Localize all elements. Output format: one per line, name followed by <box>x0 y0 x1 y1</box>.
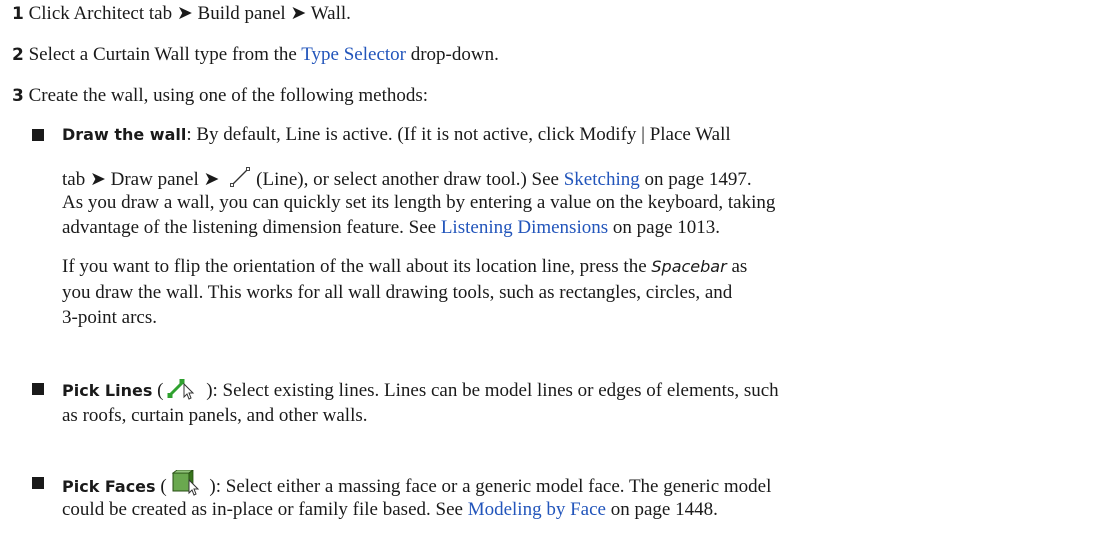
step-text: Click Architect tab ➤ Build panel ➤ Wall… <box>28 3 351 24</box>
step-text-tail: drop-down. <box>405 44 499 65</box>
paren: ( <box>152 380 164 401</box>
flip-text: 3-point arcs. <box>62 307 157 328</box>
bullet-pick-faces <box>32 477 44 489</box>
draw-wall-text: tab ➤ Draw panel ➤ <box>62 169 225 190</box>
pick-lines-text: ): Select existing lines. Lines can be m… <box>201 380 779 401</box>
pick-lines-line-1: Pick Lines ( ): Select existing lines. L… <box>62 376 779 407</box>
flip-text: as <box>726 256 748 277</box>
modeling-by-face-link[interactable]: Modeling by Face <box>468 499 606 520</box>
step-text: Create the wall, using one of the follow… <box>28 85 429 106</box>
sketching-link[interactable]: Sketching <box>564 169 640 190</box>
step-number: 2 <box>12 45 24 65</box>
bullet-draw-wall <box>32 129 44 141</box>
flip-line-2: you draw the wall. This works for all wa… <box>62 281 732 305</box>
draw-wall-text: advantage of the listening dimension fea… <box>62 217 441 238</box>
pick-faces-text: ): Select either a massing face or a gen… <box>204 476 772 497</box>
pick-lines-line-2: as roofs, curtain panels, and other wall… <box>62 404 368 428</box>
listening-dimensions-link[interactable]: Listening Dimensions <box>441 217 608 238</box>
pick-lines-term: Pick Lines <box>62 381 153 400</box>
draw-wall-line-3: As you draw a wall, you can quickly set … <box>62 191 775 215</box>
pick-faces-text: could be created as in-place or family f… <box>62 499 468 520</box>
draw-wall-text: (Line), or select another draw tool.) Se… <box>256 169 564 190</box>
draw-wall-text: on page 1013. <box>608 217 721 238</box>
step-number: 1 <box>12 4 24 24</box>
draw-wall-term: Draw the wall <box>62 125 187 144</box>
step-3: 3 Create the wall, using one of the foll… <box>12 84 428 108</box>
type-selector-link[interactable]: Type Selector <box>301 44 406 65</box>
pick-faces-line-2: could be created as in-place or family f… <box>62 498 718 522</box>
draw-wall-text: As you draw a wall, you can quickly set … <box>62 192 776 213</box>
flip-line-3: 3-point arcs. <box>62 306 157 330</box>
flip-text: If you want to flip the orientation of t… <box>62 256 652 277</box>
pick-faces-text: on page 1448. <box>605 499 718 520</box>
paren: ( <box>155 476 167 497</box>
draw-wall-line-4: advantage of the listening dimension fea… <box>62 216 720 240</box>
draw-wall-text: on page 1497. <box>639 169 752 190</box>
flip-line-1: If you want to flip the orientation of t… <box>62 255 747 279</box>
step-2: 2 Select a Curtain Wall type from the Ty… <box>12 43 499 67</box>
pick-lines-icon <box>167 376 197 407</box>
step-number: 3 <box>12 86 24 106</box>
step-text: Select a Curtain Wall type from the <box>28 44 302 65</box>
flip-text: you draw the wall. This works for all wa… <box>62 282 733 303</box>
bullet-pick-lines <box>32 383 44 395</box>
pick-faces-term: Pick Faces <box>62 477 156 496</box>
step-1: 1 Click Architect tab ➤ Build panel ➤ Wa… <box>12 2 351 26</box>
draw-wall-text: : By default, Line is active. (If it is … <box>186 124 731 145</box>
pick-lines-text: as roofs, curtain panels, and other wall… <box>62 405 368 426</box>
spacebar-key: Spacebar <box>651 257 727 276</box>
draw-wall-line-1: Draw the wall: By default, Line is activ… <box>62 123 731 147</box>
